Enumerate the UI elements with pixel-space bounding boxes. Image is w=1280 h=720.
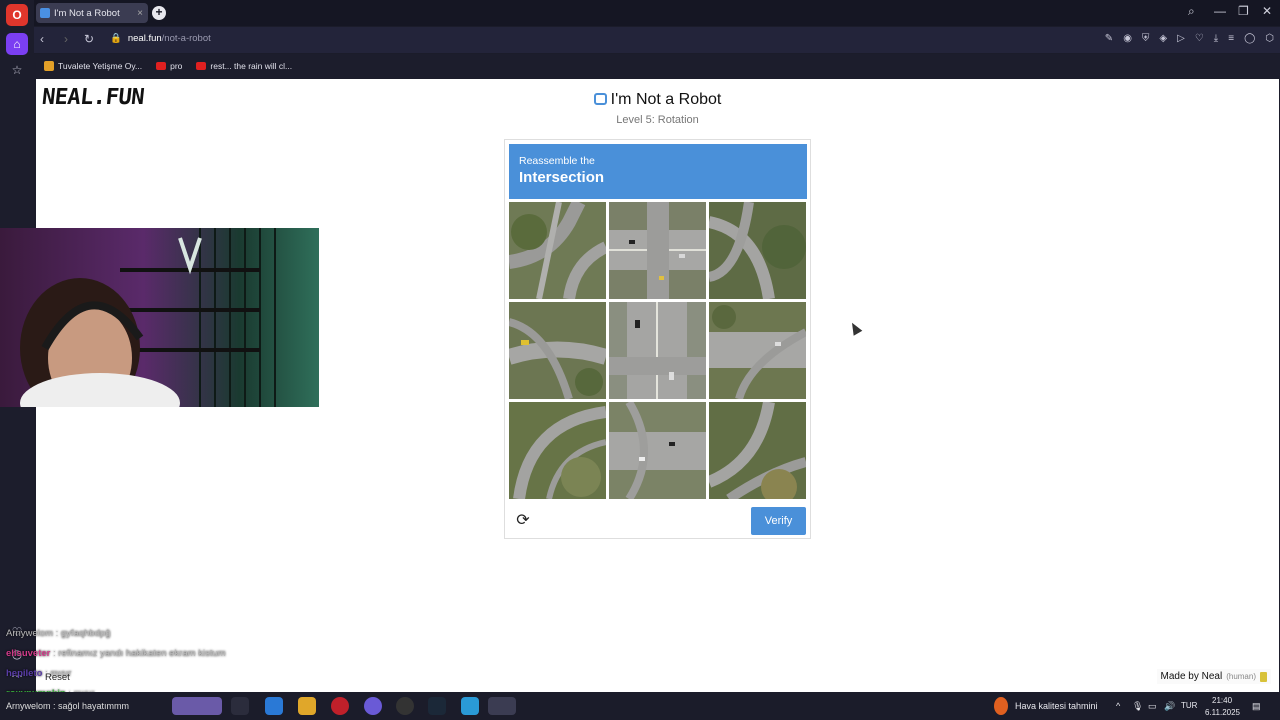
close-tab-icon[interactable]: × — [137, 8, 143, 19]
captcha-tile[interactable] — [709, 402, 806, 499]
chat-message: hepileto : mısır — [6, 664, 226, 684]
opera-logo-icon[interactable]: O — [6, 4, 28, 26]
profile-icon[interactable]: ◯ — [1244, 33, 1255, 44]
captcha-tile[interactable] — [609, 202, 706, 299]
tray-chevron-icon[interactable]: ^ — [1116, 701, 1120, 711]
youtube-icon — [196, 62, 207, 70]
notifications-icon[interactable]: ▤ — [1252, 701, 1261, 712]
captcha-tile[interactable] — [609, 302, 706, 399]
chat-user: elisuveter — [6, 648, 51, 659]
refresh-icon[interactable]: ⟳ — [514, 512, 532, 530]
close-window-icon[interactable]: ✕ — [1262, 4, 1272, 18]
captcha-tile[interactable] — [709, 302, 806, 399]
bookmarks-bar: Tuvalete Yetişme Oy... pro rest... the r… — [34, 54, 1280, 78]
heart-icon[interactable]: ♡ — [1195, 33, 1204, 44]
back-icon[interactable]: ‹ — [40, 32, 44, 46]
weather-icon — [994, 697, 1008, 715]
bookmark-label: Tuvalete Yetişme Oy... — [58, 61, 143, 71]
captcha-tile[interactable] — [509, 402, 606, 499]
page-title-text: I'm Not a Robot — [610, 91, 722, 108]
url-field[interactable]: 🔒 neal.fun/not-a-robot — [110, 33, 211, 44]
extensions-icon[interactable]: ⬡ — [1265, 33, 1274, 44]
reload-icon[interactable]: ↻ — [84, 32, 94, 46]
volume-icon[interactable]: 🔊 — [1164, 701, 1175, 712]
url-host: neal.fun — [127, 33, 162, 44]
chat-message: Arnywelom : gyfaqhbdpĝ — [6, 624, 226, 644]
bookmark-label: rest... the rain will cl... — [210, 61, 293, 71]
captcha-target: Intersection — [519, 169, 605, 186]
trophy-icon — [44, 61, 54, 71]
robot-icon — [593, 93, 607, 105]
made-by-badge[interactable]: Made by Neal (human) — [1156, 669, 1271, 684]
network-icon[interactable]: ▭ — [1148, 701, 1157, 712]
page-title: I'm Not a Robot — [36, 91, 1279, 109]
mic-icon[interactable]: 🎙 — [1132, 701, 1143, 712]
restore-icon[interactable]: ❐ — [1238, 4, 1249, 18]
search-tabs-icon[interactable]: ⌕ — [1188, 4, 1195, 19]
shield-icon[interactable]: ⛨ — [1142, 33, 1150, 44]
clock-date[interactable]: 6.11.2025 — [1205, 708, 1240, 717]
steam-icon[interactable] — [428, 697, 446, 715]
made-by-text: Made by Neal — [1160, 671, 1223, 682]
chat-user: hepileto — [6, 668, 43, 679]
captcha-tile[interactable] — [509, 302, 606, 399]
verify-button[interactable]: Verify — [751, 507, 806, 535]
weather-text[interactable]: Hava kalitesi tahmini — [1015, 701, 1098, 711]
lock-icon: 🔒 — [110, 33, 122, 44]
made-by-note: (human) — [1226, 672, 1256, 681]
cup-icon — [1260, 671, 1267, 682]
folder-icon[interactable] — [298, 697, 316, 715]
captcha-tile[interactable] — [709, 202, 806, 299]
tab-bar: I'm Not a Robot × + ⌕ — ❐ ✕ — [34, 0, 1280, 26]
captcha-grid — [509, 202, 807, 500]
bookmark-label: pro — [170, 61, 183, 71]
task-view-icon[interactable] — [231, 697, 249, 715]
camera-icon[interactable]: ◉ — [1123, 33, 1132, 44]
address-bar: ‹ › ↻ 🔒 neal.fun/not-a-robot ✎ ◉ ⛨ ◈ ▷ ♡… — [34, 27, 1280, 53]
store-icon[interactable] — [265, 697, 283, 715]
reset-button[interactable]: Reset — [45, 672, 70, 683]
play-icon[interactable]: ▷ — [1177, 33, 1185, 44]
webcam-overlay — [0, 228, 319, 407]
language-indicator[interactable]: TUR — [1181, 701, 1197, 710]
taskbar-avatar-icon[interactable] — [172, 697, 222, 715]
captcha-tile[interactable] — [509, 202, 606, 299]
taskbar: Arnywelom : sağol hayatımmm Hava kalites… — [0, 692, 1280, 720]
captcha-tile[interactable] — [609, 402, 706, 499]
chat-text: : refinamız yandı hakikaten ekram kistum — [50, 648, 226, 659]
bookmark-item[interactable]: pro — [156, 61, 182, 71]
bookmark-item[interactable]: rest... the rain will cl... — [196, 61, 292, 71]
level-subtitle: Level 5: Rotation — [616, 114, 699, 126]
obs-icon[interactable] — [396, 697, 414, 715]
download-icon[interactable]: ⤓ — [1214, 33, 1218, 44]
chat-text: Arnywelom : gyfaqhbdpĝ — [6, 628, 111, 639]
home-icon[interactable]: ⌂ — [6, 33, 28, 55]
bookmark-item[interactable]: Tuvalete Yetişme Oy... — [44, 61, 142, 71]
tab-title: I'm Not a Robot — [54, 7, 120, 19]
new-tab-button[interactable]: + — [152, 6, 166, 20]
address-bar-actions: ✎ ◉ ⛨ ◈ ▷ ♡ ⤓ ≡ ◯ ⬡ — [1105, 33, 1274, 44]
chat-message: elisuveter : refinamız yandı hakikaten e… — [6, 644, 226, 664]
menu-icon[interactable]: ≡ — [1228, 33, 1234, 44]
robot-favicon-icon — [40, 8, 50, 18]
opera-gx-active-icon[interactable] — [488, 697, 516, 715]
url-path: /not-a-robot — [161, 33, 211, 44]
vpn-icon[interactable]: ◈ — [1159, 33, 1167, 44]
app-icon[interactable] — [461, 697, 479, 715]
youtube-icon — [156, 62, 167, 70]
captcha-widget: Reassemble the Intersection ⟳ Verify — [504, 139, 811, 539]
star-icon[interactable]: ☆ — [6, 59, 28, 81]
minimize-icon[interactable]: — — [1214, 4, 1226, 18]
forward-icon[interactable]: › — [64, 32, 68, 46]
chat-overlay-last: Arnywelom : sağol hayatımmm — [6, 701, 130, 711]
captcha-instruction: Reassemble the — [519, 155, 595, 167]
discord-icon[interactable] — [364, 697, 382, 715]
edit-icon[interactable]: ✎ — [1105, 33, 1113, 44]
captcha-header: Reassemble the Intersection — [509, 144, 807, 199]
clock-time[interactable]: 21:40 — [1212, 696, 1232, 705]
opera-icon[interactable] — [331, 697, 349, 715]
tab-active[interactable]: I'm Not a Robot × — [36, 3, 148, 23]
